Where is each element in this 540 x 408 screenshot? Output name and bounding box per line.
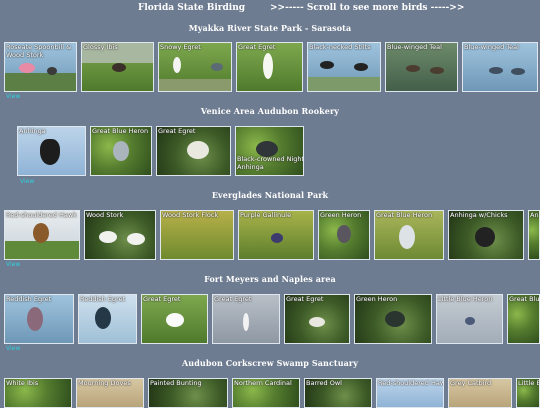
- photo-caption: Wood Stork Flock: [162, 211, 219, 219]
- photo-caption: Anhinga: [530, 211, 539, 219]
- photo-caption: Green Heron: [356, 295, 398, 303]
- photo-thumb[interactable]: Red-shouldered Hawk: [4, 210, 80, 260]
- photo-thumb[interactable]: Reddish Egret: [78, 294, 137, 344]
- photo-caption: Grey Catbird: [450, 379, 492, 387]
- photo-caption: Great Egret: [214, 295, 252, 303]
- photo-caption: Glossy Ibis: [83, 43, 118, 51]
- photo-caption: Painted Bunting: [150, 379, 202, 387]
- photo-thumb[interactable]: Red-shouldered Hawk: [376, 378, 444, 408]
- photo-thumb[interactable]: Anhinga: [528, 210, 540, 260]
- photo-thumb[interactable]: Reddish Egret: [4, 294, 74, 344]
- section-title-corkscrew: Audubon Corkscrew Swamp Sanctuary: [182, 358, 358, 368]
- photo-caption: Great Egret: [286, 295, 324, 303]
- photo-thumb[interactable]: Great Blue: [507, 294, 540, 344]
- view-link[interactable]: View: [20, 178, 34, 185]
- gallery-row-fort-meyers: Reddish Egret Reddish Egret Great Egret …: [0, 294, 540, 354]
- photo-thumb[interactable]: Great Egret: [141, 294, 208, 344]
- photo-thumb[interactable]: Mourning Doves: [76, 378, 144, 408]
- photo-thumb[interactable]: Purple Gallinule: [238, 210, 314, 260]
- photo-caption: Black-crowned Night Heron: [237, 155, 304, 163]
- photo-caption: Roseate Spoonbill &: [6, 43, 72, 51]
- page-title: Florida State Birding: [138, 3, 246, 13]
- photo-thumb[interactable]: Wood Stork Flock: [160, 210, 234, 260]
- photo-thumb[interactable]: Green Heron: [318, 210, 370, 260]
- photo-thumb[interactable]: Glossy Ibis: [81, 42, 154, 92]
- photo-thumb[interactable]: Barred Owl: [304, 378, 372, 408]
- gallery-row-venice: Anhinga Great Blue Heron Great Egret Bla…: [0, 126, 540, 186]
- photo-thumb[interactable]: Great Blue Heron: [374, 210, 444, 260]
- photo-caption: Mourning Doves: [78, 379, 131, 387]
- photo-thumb[interactable]: Grey Catbird: [448, 378, 512, 408]
- photo-caption: Barred Owl: [306, 379, 342, 387]
- photo-thumb[interactable]: Painted Bunting: [148, 378, 228, 408]
- photo-caption: Great Blue Heron: [92, 127, 149, 135]
- photo-thumb[interactable]: Great Blue Heron: [90, 126, 152, 176]
- photo-caption: Blue-winged Teal: [387, 43, 442, 51]
- photo-caption: Wood Stork: [86, 211, 124, 219]
- photo-thumb[interactable]: White Ibis: [4, 378, 72, 408]
- photo-thumb[interactable]: Great Egret: [156, 126, 231, 176]
- photo-thumb[interactable]: Northern Cardinal: [232, 378, 300, 408]
- view-link[interactable]: View: [6, 93, 20, 100]
- photo-caption: Black-necked Stilts: [309, 43, 371, 51]
- photo-caption: Great Blue Heron: [376, 211, 433, 219]
- photo-caption: Anhinga w/Chicks: [450, 211, 508, 219]
- photo-caption: Little Blue Heron: [438, 295, 493, 303]
- photo-thumb[interactable]: Great Egret: [212, 294, 280, 344]
- photo-caption: Reddish Egret: [80, 295, 126, 303]
- photo-caption: Green Heron: [320, 211, 362, 219]
- photo-thumb[interactable]: Little Blue: [516, 378, 540, 408]
- photo-caption: Purple Gallinule: [240, 211, 292, 219]
- photo-thumb[interactable]: Anhinga: [17, 126, 86, 176]
- photo-caption: Snowy Egret: [160, 43, 201, 51]
- photo-caption: Great Blue: [509, 295, 540, 303]
- photo-caption: Anhinga: [237, 163, 264, 171]
- view-link[interactable]: View: [6, 345, 20, 352]
- photo-caption: Northern Cardinal: [234, 379, 292, 387]
- photo-caption: Great Egret: [143, 295, 181, 303]
- photo-caption: Red-shouldered Hawk: [378, 379, 444, 387]
- photo-thumb[interactable]: Black-crowned Night Heron Anhinga: [235, 126, 304, 176]
- photo-thumb[interactable]: Great Egret: [284, 294, 350, 344]
- photo-caption: Reddish Egret: [6, 295, 52, 303]
- photo-thumb[interactable]: Wood Stork: [84, 210, 156, 260]
- photo-thumb[interactable]: Little Blue Heron: [436, 294, 503, 344]
- gallery-row-corkscrew: White Ibis Mourning Doves Painted Buntin…: [0, 378, 540, 408]
- photo-thumb[interactable]: Great Egret: [236, 42, 303, 92]
- photo-thumb[interactable]: Roseate Spoonbill & Wood Stork: [4, 42, 77, 92]
- photo-caption: Red-shouldered Hawk: [6, 211, 77, 219]
- gallery-row-myakka: Roseate Spoonbill & Wood Stork Glossy Ib…: [0, 42, 540, 102]
- photo-caption: Great Egret: [158, 127, 196, 135]
- photo-thumb[interactable]: Anhinga w/Chicks: [448, 210, 524, 260]
- photo-caption: Great Egret: [238, 43, 276, 51]
- photo-thumb[interactable]: Snowy Egret: [158, 42, 232, 92]
- photo-caption: Wood Stork: [6, 51, 44, 59]
- section-title-everglades: Everglades National Park: [211, 190, 329, 200]
- photo-thumb[interactable]: Black-necked Stilts: [307, 42, 381, 92]
- view-link[interactable]: View: [6, 261, 20, 268]
- section-title-venice: Venice Area Audubon Rookery: [200, 106, 340, 116]
- photo-caption: Blue-winged Teal: [464, 43, 519, 51]
- scroll-hint: >>----- Scroll to see more birds ----->>: [270, 3, 465, 13]
- photo-caption: Little Blue: [518, 379, 539, 387]
- photo-thumb[interactable]: Blue-winged Teal: [462, 42, 538, 92]
- photo-caption: Anhinga: [19, 127, 46, 135]
- photo-thumb[interactable]: Blue-winged Teal: [385, 42, 458, 92]
- photo-thumb[interactable]: Green Heron: [354, 294, 432, 344]
- page-header: Florida State Birding >>----- Scroll to …: [0, 3, 540, 17]
- section-title-myakka: Myakka River State Park - Sarasota: [188, 23, 352, 33]
- gallery-row-everglades: Red-shouldered Hawk Wood Stork Wood Stor…: [0, 210, 540, 270]
- section-title-fort-meyers: Fort Meyers and Naples area: [204, 274, 336, 284]
- photo-caption: White Ibis: [6, 379, 39, 387]
